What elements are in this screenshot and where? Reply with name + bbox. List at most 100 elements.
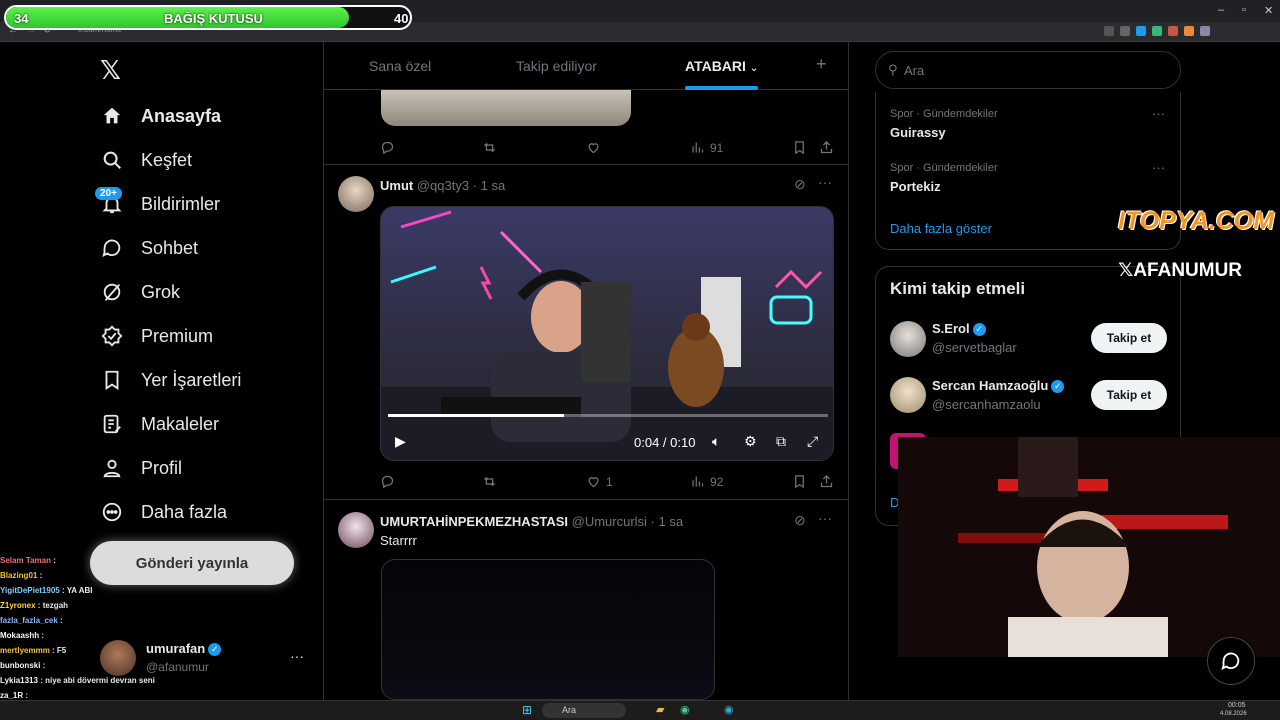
post-author-handle[interactable]: @qq3ty3 [417,178,469,193]
share-icon[interactable] [1120,26,1130,36]
views-icon [692,476,704,487]
folder-icon[interactable]: ▰ [656,703,664,716]
sidebar-item-article[interactable]: Makaleler [101,404,219,444]
search-input[interactable]: Ara [904,63,924,78]
trend-more-icon[interactable]: ··· [1152,106,1165,121]
suggested-user-name[interactable]: S.Erol ✓ [932,321,986,337]
post-more-icon[interactable]: ··· [818,174,832,190]
trend-name[interactable]: Portekiz [890,179,941,194]
star-icon[interactable] [1136,26,1146,36]
chrome-icon[interactable]: ◉ [680,703,690,716]
sidebar-item-chat[interactable]: Sohbet [101,228,198,268]
extension-icon[interactable] [1152,26,1162,36]
sidebar-item-home[interactable]: Anasayfa [101,96,221,136]
grok-icon[interactable]: ⊘ [794,512,806,529]
chat-username: YigitDePiet1905 [0,586,60,595]
grok-icon[interactable]: ⊘ [794,176,806,193]
play-icon[interactable]: ▶ [395,433,406,450]
post-button[interactable]: Gönderi yayınla [90,541,294,585]
suggested-user-name[interactable]: Sercan Hamzaoğlu ✓ [932,378,1065,394]
chat-username: Z1yronex [0,601,36,610]
post-author-avatar[interactable] [338,512,374,548]
account-menu-icon[interactable]: ··· [290,648,304,664]
post-media-image[interactable] [381,90,631,126]
bookmark-icon[interactable] [792,474,807,489]
messages-fab[interactable] [1207,637,1255,685]
post-time[interactable]: · 1 sa [473,178,506,193]
sidebar-item-premium[interactable]: Premium [101,316,213,356]
tab-following[interactable]: Takip ediliyor [516,58,597,74]
suggested-user-handle: @sercanhamzaolu [932,397,1041,412]
post-media-video[interactable] [381,559,715,700]
windows-start-icon[interactable]: ⊞ [522,703,532,717]
reply-icon[interactable] [380,140,395,155]
chat-text: niye abi dövermi devran seni [45,676,155,685]
chat-icon [101,237,123,259]
video-scrubber[interactable] [388,414,828,417]
sidebar-item-label: Sohbet [141,237,199,258]
sidebar-item-grok[interactable]: Grok [101,272,180,312]
x-logo-icon[interactable]: 𝕏 [100,55,121,86]
account-avatar[interactable] [100,640,136,676]
post-video[interactable]: ▶ 0:04 / 0:10 🔈︎ ⚙ ⧉ ⤢ [380,206,834,461]
views-stat[interactable]: 92 [690,474,723,489]
sidebar-item-search[interactable]: Keşfet [101,140,192,180]
post-author-name[interactable]: UMURTAHİNPEKMEZHASTASI [380,514,568,529]
sidebar-item-more[interactable]: Daha fazla [101,492,227,532]
donation-current: 34 [14,11,29,26]
tab-for-you[interactable]: Sana özel [369,58,431,74]
repost-icon[interactable] [482,474,497,489]
views-stat[interactable]: 91 [690,140,723,155]
sidebar-item-profile[interactable]: Profil [101,448,182,488]
extension-icon[interactable] [1200,26,1210,36]
like-stat[interactable]: 1 [586,474,613,489]
edge-icon[interactable]: ◉ [724,703,734,716]
post-author-name[interactable]: Umut [380,178,413,193]
clock-time[interactable]: 00:05 [1228,702,1246,709]
repost-icon[interactable] [482,140,497,155]
trend-category: Spor · Gündemdekiler [890,108,998,120]
follow-button[interactable]: Takip et [1091,380,1167,410]
like-icon[interactable] [586,140,601,155]
settings-icon[interactable]: ⚙ [744,433,757,450]
zoom-icon[interactable] [1104,26,1114,36]
extension-icon[interactable] [1168,26,1178,36]
taskbar-search[interactable]: Ara [542,703,626,718]
close-icon[interactable]: ✕ [1264,4,1273,17]
chat-username: fazla_fazla_cek [0,616,58,625]
follow-button[interactable]: Takip et [1091,323,1167,353]
bookmark-icon[interactable] [792,140,807,155]
chat-separator: : [37,676,46,685]
extension-icon[interactable] [1184,26,1194,36]
trend-more-icon[interactable]: ··· [1152,160,1165,175]
share-icon[interactable] [819,140,834,155]
post-author-avatar[interactable] [338,176,374,212]
volume-icon[interactable]: 🔈︎ [712,433,720,450]
clock-date[interactable]: 4.08.2026 [1220,711,1247,717]
trend-name[interactable]: Guirassy [890,125,946,140]
suggested-user-avatar[interactable] [890,377,926,413]
sidebar-item-label: Profil [141,457,183,478]
add-tab-icon[interactable]: + [816,54,827,75]
post-more-icon[interactable]: ··· [818,510,832,526]
picture-in-picture-icon[interactable]: ⧉ [776,433,786,450]
suggested-user-avatar[interactable] [890,321,926,357]
chat-message: Z1yronex : tezgah [0,598,110,613]
fullscreen-icon[interactable]: ⤢ [807,433,818,450]
tab-atabari[interactable]: ATABARI ⌄ [685,58,758,74]
restore-icon[interactable]: ▫ [1242,4,1246,16]
views-count: 92 [710,474,724,489]
donation-title: BAĞIŞ KUTUSU [164,11,263,26]
post-author-handle[interactable]: @Umurcurlsi [572,514,647,529]
chat-text: F5 [56,646,67,655]
share-icon[interactable] [819,474,834,489]
chat-message: Blazing01 : [0,568,110,583]
show-more-link[interactable]: Daha fazla göster [890,221,992,236]
timeline-tabs: Sana özel Takip ediliyor ATABARI ⌄ + [324,42,848,90]
sidebar-item-bookmark[interactable]: Yer İşaretleri [101,360,241,400]
reply-icon[interactable] [380,474,395,489]
account-name[interactable]: umurafan ✓ [146,641,222,657]
post-time[interactable]: · 1 sa [651,514,684,529]
search-box[interactable]: ⚲ Ara [875,51,1181,89]
minimize-icon[interactable]: – [1218,4,1224,16]
